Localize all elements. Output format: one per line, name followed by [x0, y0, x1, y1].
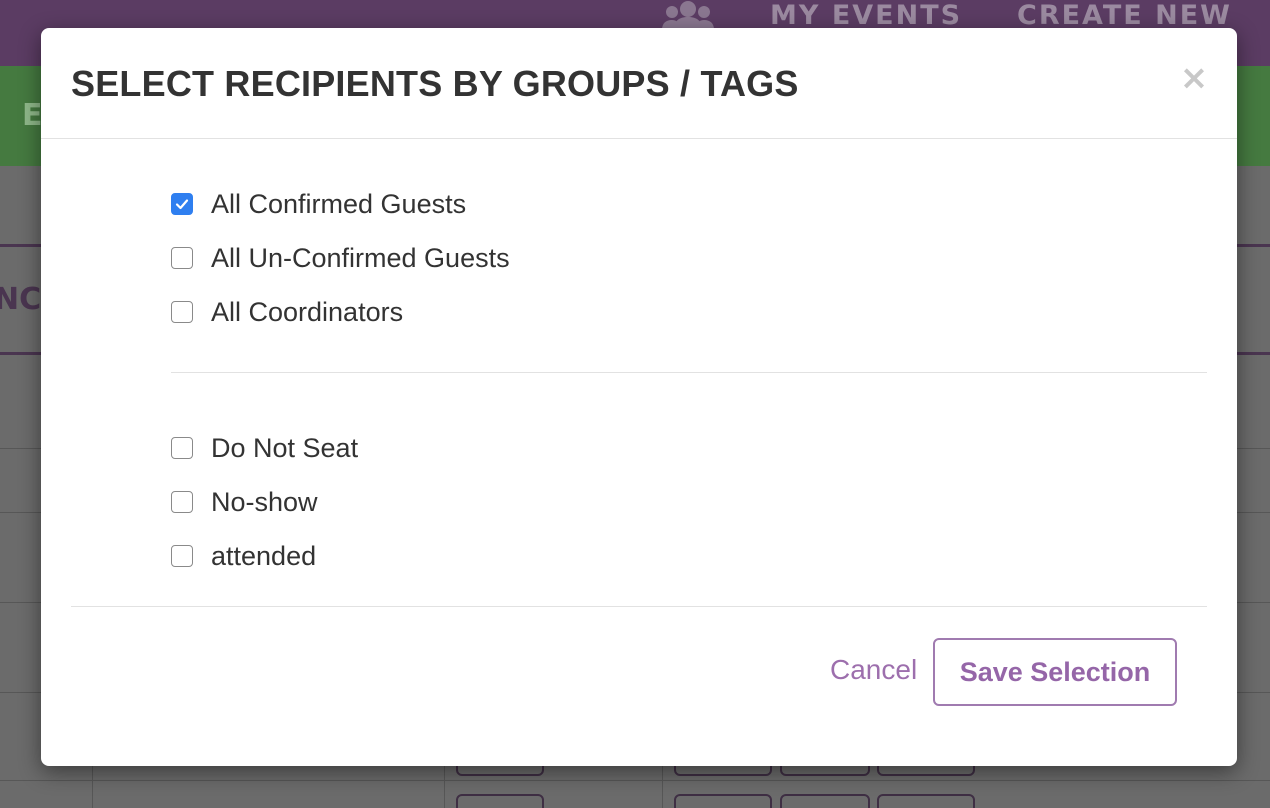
option-label: All Confirmed Guests — [211, 189, 467, 219]
footer-divider — [71, 606, 1207, 607]
option-all-confirmed-guests[interactable]: All Confirmed Guests — [171, 186, 466, 222]
checkbox-all-confirmed-guests[interactable] — [171, 193, 193, 215]
event-header-text: E — [22, 98, 43, 133]
background-row-button[interactable] — [456, 794, 544, 808]
option-label: attended — [211, 541, 317, 571]
option-all-coordinators[interactable]: All Coordinators — [171, 294, 403, 330]
option-label: All Coordinators — [211, 297, 404, 327]
background-row-line — [0, 780, 1270, 781]
section-divider — [171, 372, 1207, 373]
modal-header: SELECT RECIPIENTS BY GROUPS / TAGS × — [41, 28, 1237, 139]
modal-title: SELECT RECIPIENTS BY GROUPS / TAGS — [71, 63, 799, 104]
background-row-button[interactable] — [877, 794, 975, 808]
option-all-unconfirmed-guests[interactable]: All Un-Confirmed Guests — [171, 240, 510, 276]
checkbox-all-unconfirmed-guests[interactable] — [171, 247, 193, 269]
background-row-button[interactable] — [780, 794, 870, 808]
cancel-button[interactable]: Cancel — [830, 650, 917, 690]
save-selection-button[interactable]: Save Selection — [933, 638, 1177, 706]
checkbox-do-not-seat[interactable] — [171, 437, 193, 459]
option-label: All Un-Confirmed Guests — [211, 243, 510, 273]
checkbox-attended[interactable] — [171, 545, 193, 567]
option-tag-attended[interactable]: attended — [171, 538, 316, 574]
option-label: Do Not Seat — [211, 433, 359, 463]
checkbox-no-show[interactable] — [171, 491, 193, 513]
option-tag-no-show[interactable]: No-show — [171, 484, 318, 520]
checkmark-icon — [175, 199, 189, 210]
option-label: No-show — [211, 487, 318, 517]
checkbox-all-coordinators[interactable] — [171, 301, 193, 323]
option-tag-do-not-seat[interactable]: Do Not Seat — [171, 430, 358, 466]
users-icon[interactable] — [662, 0, 714, 30]
background-row-button[interactable] — [674, 794, 772, 808]
close-icon[interactable]: × — [1179, 58, 1209, 98]
select-recipients-modal: SELECT RECIPIENTS BY GROUPS / TAGS × All… — [41, 28, 1237, 766]
